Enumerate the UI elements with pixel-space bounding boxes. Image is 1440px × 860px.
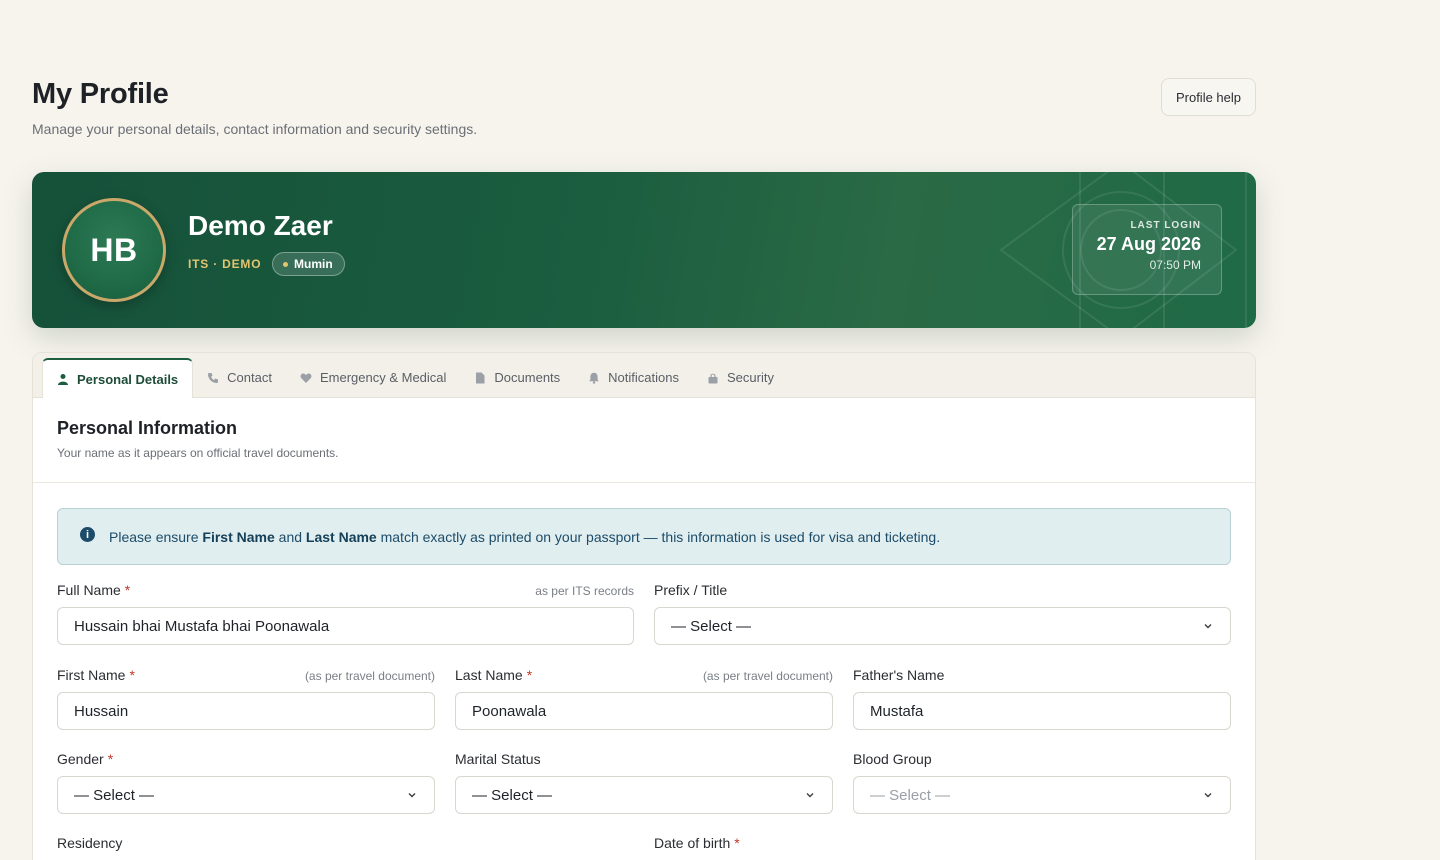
heart-icon (300, 373, 312, 383)
role-badge: Mumin (272, 252, 345, 276)
full-name-input[interactable]: Hussain bhai Mustafa bhai Poonawala (57, 607, 634, 645)
required-marker: * (129, 667, 135, 683)
status-dot-icon (283, 261, 288, 267)
chevron-down-icon (408, 793, 416, 798)
first-name-hint: (as per travel document) (304, 669, 435, 683)
tab-label: Security (726, 370, 774, 385)
tab-bar: Personal Details Contact Emergency & Med… (33, 353, 1255, 398)
last-login-time: 07:50 PM (1149, 258, 1201, 272)
section-subtitle: Your name as it appears on official trav… (57, 446, 339, 460)
chevron-down-icon (1204, 624, 1212, 629)
page-subtitle: Manage your personal details, contact in… (32, 121, 478, 137)
tab-label: Documents (494, 370, 561, 385)
gender-field: Gender * — Select — (57, 751, 435, 814)
profile-banner: HB Demo Zaer ITS · DEMO Mumin LAST LOGIN… (32, 172, 1256, 328)
first-name-field: First Name * (as per travel document) Hus… (57, 667, 435, 730)
page-title: My Profile (32, 78, 169, 110)
full-name-label: Full Name (57, 582, 121, 598)
section-header: Personal Information Your name as it app… (33, 398, 1255, 483)
profile-help-button[interactable]: Profile help (1161, 78, 1256, 116)
lock-icon (708, 373, 718, 383)
first-name-input[interactable]: Hussain (57, 692, 435, 730)
full-name-field: Full Name * as per ITS records Hussain bh… (57, 582, 634, 645)
last-login-label: LAST LOGIN (1130, 220, 1201, 231)
tab-security[interactable]: Security (693, 358, 788, 397)
blood-group-field: Blood Group — Select — (853, 751, 1231, 814)
blood-group-label: Blood Group (853, 751, 932, 767)
tab-personal-details[interactable]: Personal Details (42, 358, 194, 398)
section-title: Personal Information (57, 418, 238, 438)
father-name-label: Father's Name (853, 667, 945, 683)
marital-status-field: Marital Status — Select — (455, 751, 833, 814)
its-label: ITS · DEMO (188, 257, 262, 271)
last-name-hint: (as per travel document) (702, 669, 833, 683)
user-name: Demo Zaer (188, 210, 333, 241)
last-login-date: 27 Aug 2026 (1096, 234, 1201, 254)
father-name-input[interactable]: Mustafa (853, 692, 1231, 730)
tab-label: Personal Details (77, 371, 179, 387)
dob-field: Date of birth * (654, 835, 1231, 851)
marital-status-label: Marital Status (455, 751, 541, 767)
prefix-title-select[interactable]: — Select — (654, 607, 1231, 645)
bell-icon (589, 372, 600, 384)
prefix-title-label: Prefix / Title (654, 582, 728, 598)
tab-label: Notifications (608, 370, 679, 385)
residency-label: Residency (57, 835, 123, 851)
gender-select[interactable]: — Select — (57, 776, 435, 814)
last-name-label: Last Name (455, 667, 523, 683)
required-marker: * (107, 751, 114, 767)
document-icon (476, 372, 485, 383)
last-login-box: LAST LOGIN 27 Aug 2026 07:50 PM (1072, 204, 1222, 295)
tab-label: Contact (227, 370, 272, 385)
chevron-down-icon (1204, 793, 1212, 798)
tab-label: Emergency & Medical (319, 370, 447, 385)
prefix-title-field: Prefix / Title — Select — (654, 582, 1231, 645)
last-name-input[interactable]: Poonawala (455, 692, 833, 730)
profile-page: My Profile Manage your personal details,… (0, 0, 1440, 860)
required-marker: * (124, 582, 131, 598)
profile-card: Personal Details Contact Emergency & Med… (32, 352, 1256, 860)
blood-group-select[interactable]: — Select — (853, 776, 1231, 814)
phone-icon (208, 372, 219, 383)
marital-status-select[interactable]: — Select — (455, 776, 833, 814)
father-name-field: Father's Name Mustafa (853, 667, 1231, 730)
required-marker: * (734, 835, 740, 851)
passport-info-alert: i Please ensure First Name and Last Name… (57, 508, 1231, 565)
person-icon (58, 374, 68, 385)
gender-label: Gender (57, 751, 104, 767)
info-icon: i (80, 527, 95, 542)
residency-field: Residency (57, 835, 634, 851)
dob-label: Date of birth (654, 835, 731, 851)
avatar: HB (62, 198, 166, 302)
required-marker: * (526, 667, 533, 683)
tab-documents[interactable]: Documents (460, 358, 574, 397)
tab-emergency-medical[interactable]: Emergency & Medical (286, 358, 460, 397)
chevron-down-icon (806, 793, 814, 798)
role-label: Mumin (294, 257, 333, 271)
first-name-label: First Name (57, 667, 126, 683)
alert-text: Please ensure First Name and Last Name m… (109, 528, 941, 545)
tab-contact[interactable]: Contact (193, 358, 286, 397)
tab-notifications[interactable]: Notifications (574, 358, 693, 397)
full-name-hint: as per ITS records (535, 584, 634, 598)
last-name-field: Last Name * (as per travel document) Poon… (455, 667, 833, 730)
